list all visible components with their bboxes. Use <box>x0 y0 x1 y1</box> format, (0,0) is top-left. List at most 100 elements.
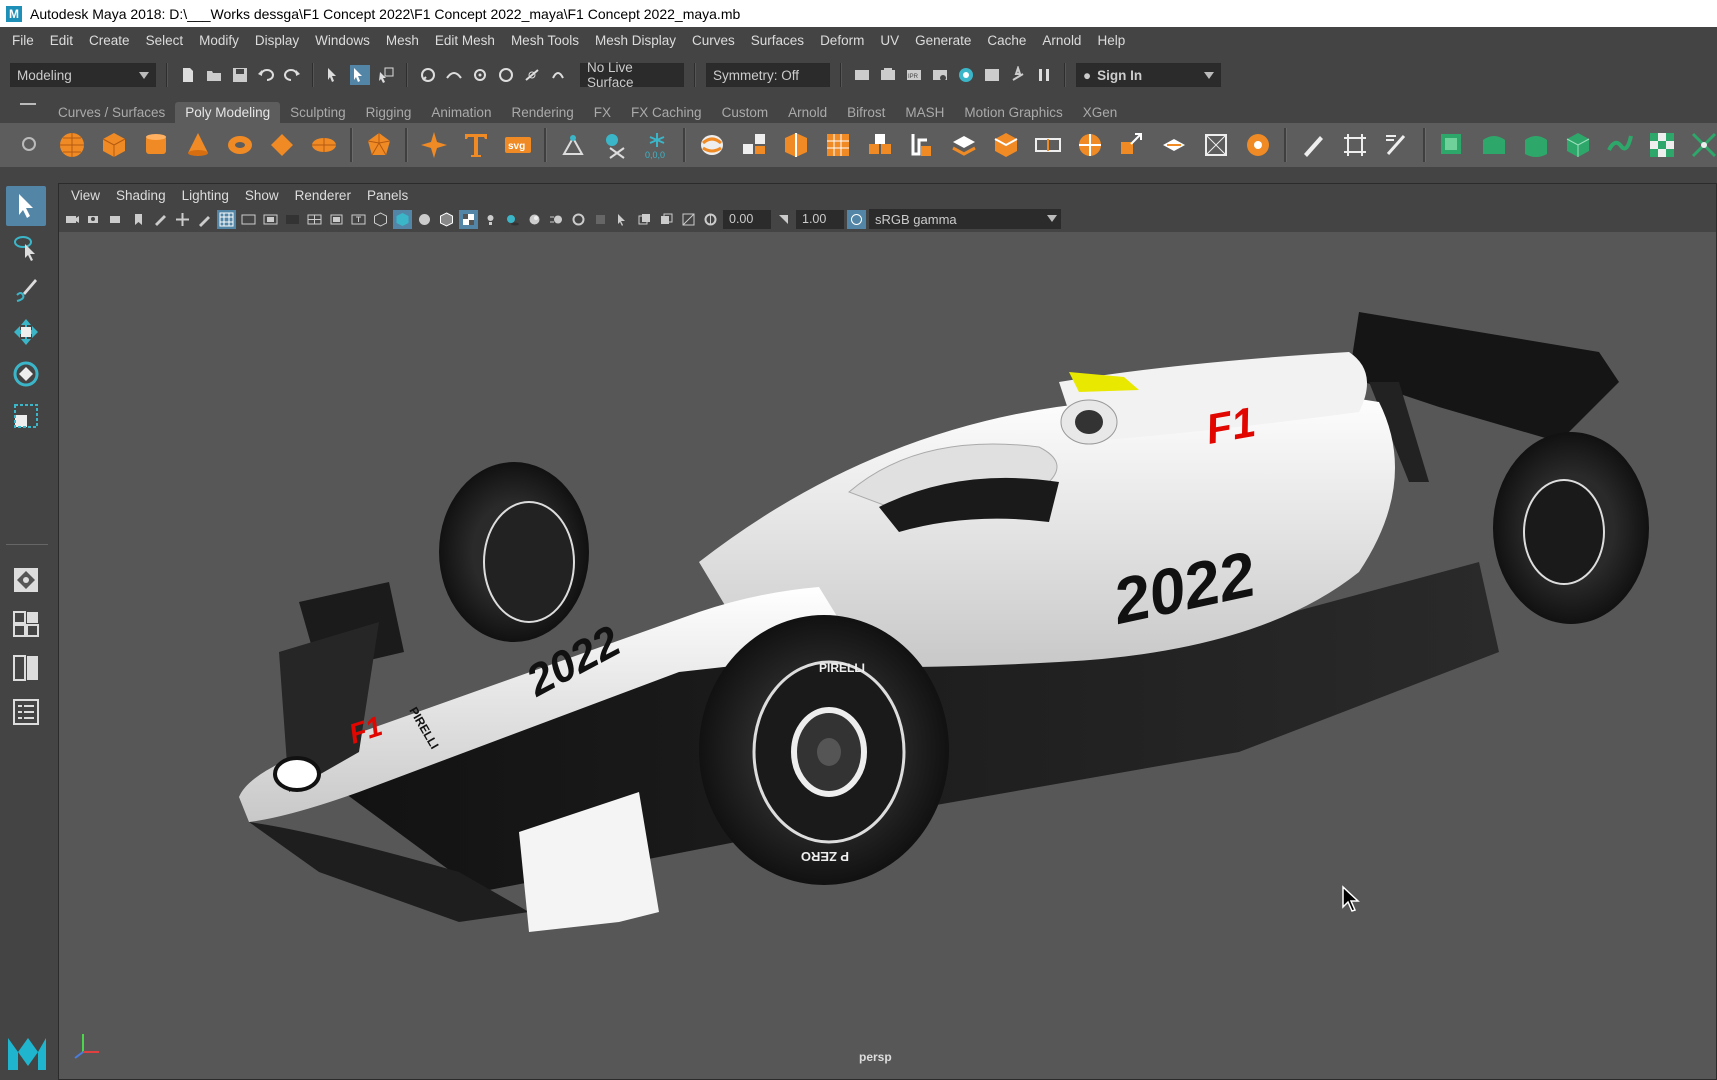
exposure-field[interactable]: 0.00 <box>723 209 771 229</box>
menu-display[interactable]: Display <box>247 33 307 48</box>
edge-loop-icon[interactable] <box>1072 127 1108 163</box>
four-view-layout-icon[interactable] <box>6 604 46 644</box>
poly-torus-icon[interactable] <box>222 127 258 163</box>
select-by-component-icon[interactable] <box>376 65 396 85</box>
panel-menu-show[interactable]: Show <box>237 188 287 203</box>
tab-poly-modeling[interactable]: Poly Modeling <box>175 102 281 123</box>
render-view-icon[interactable] <box>852 65 872 85</box>
menu-help[interactable]: Help <box>1089 33 1133 48</box>
save-scene-icon[interactable] <box>230 65 250 85</box>
tab-animation[interactable]: Animation <box>421 102 501 123</box>
view-transform-dropdown[interactable]: sRGB gamma <box>869 209 1061 229</box>
checker-map-icon[interactable] <box>1644 127 1680 163</box>
tab-fx[interactable]: FX <box>584 102 621 123</box>
film-gate-icon[interactable] <box>239 210 258 229</box>
symmetry-dropdown[interactable]: Symmetry: Off <box>706 63 830 87</box>
hypershade-icon[interactable] <box>956 65 976 85</box>
unfold-icon[interactable] <box>1686 127 1717 163</box>
soft-select-icon[interactable] <box>1379 127 1415 163</box>
menu-cache[interactable]: Cache <box>979 33 1034 48</box>
append-polygon-icon[interactable] <box>946 127 982 163</box>
svg-tool-icon[interactable]: svg <box>500 127 536 163</box>
fill-hole-icon[interactable] <box>988 127 1024 163</box>
tab-mash[interactable]: MASH <box>895 102 954 123</box>
outliner-layout-icon[interactable] <box>6 692 46 732</box>
open-scene-icon[interactable] <box>204 65 224 85</box>
menu-arnold[interactable]: Arnold <box>1034 33 1089 48</box>
select-by-object-icon[interactable] <box>350 65 370 85</box>
render-setup-icon[interactable] <box>982 65 1002 85</box>
paint-select-tool-icon[interactable] <box>6 270 46 310</box>
snap-curve-icon[interactable] <box>444 65 464 85</box>
smooth-icon[interactable] <box>778 127 814 163</box>
smooth-shade-icon[interactable] <box>393 209 412 229</box>
menu-file[interactable]: File <box>4 33 42 48</box>
textured-icon[interactable] <box>459 209 478 229</box>
xray-joints-icon[interactable] <box>679 210 698 229</box>
gamma-icon[interactable] <box>774 210 793 229</box>
depth-of-field-icon[interactable] <box>591 210 610 229</box>
menu-surfaces[interactable]: Surfaces <box>743 33 812 48</box>
poly-cube-icon[interactable] <box>96 127 132 163</box>
slide-edge-icon[interactable] <box>1337 127 1373 163</box>
collapse-icon[interactable] <box>1240 127 1276 163</box>
snap-vertex-icon[interactable] <box>548 65 568 85</box>
redo-icon[interactable] <box>282 65 302 85</box>
select-camera-icon[interactable] <box>63 210 82 229</box>
insert-edge-loop-icon[interactable] <box>1114 127 1150 163</box>
menu-deform[interactable]: Deform <box>812 33 872 48</box>
gamma-field[interactable]: 1.00 <box>796 209 844 229</box>
panel-menu-shading[interactable]: Shading <box>108 188 174 203</box>
extract-icon[interactable] <box>694 127 730 163</box>
combine-icon[interactable] <box>597 127 633 163</box>
sign-in-button[interactable]: ● Sign In <box>1076 63 1221 87</box>
scale-tool-icon[interactable] <box>6 396 46 436</box>
pause-viewport-icon[interactable] <box>1034 65 1054 85</box>
snap-view-plane-icon[interactable] <box>496 65 516 85</box>
world-origin-icon[interactable]: 0,0,0 <box>639 127 675 163</box>
two-view-layout-icon[interactable] <box>6 648 46 688</box>
menu-mesh-display[interactable]: Mesh Display <box>587 33 684 48</box>
shelf-menu-icon[interactable] <box>20 103 36 115</box>
tab-arnold[interactable]: Arnold <box>778 102 837 123</box>
menu-windows[interactable]: Windows <box>307 33 378 48</box>
poly-sphere-icon[interactable] <box>54 127 90 163</box>
tab-custom[interactable]: Custom <box>712 102 779 123</box>
extrude-icon[interactable] <box>862 127 898 163</box>
ipr-render-icon[interactable]: IPR <box>904 65 924 85</box>
target-weld-icon[interactable] <box>1198 127 1234 163</box>
snap-point-icon[interactable] <box>470 65 490 85</box>
new-scene-icon[interactable] <box>178 65 198 85</box>
live-surface-field[interactable]: No Live Surface <box>580 60 684 90</box>
planar-map-icon[interactable] <box>1476 127 1512 163</box>
multi-cut-icon[interactable] <box>1030 127 1066 163</box>
exposure-icon[interactable] <box>701 210 720 229</box>
color-management-icon[interactable] <box>847 209 866 229</box>
menuset-dropdown[interactable]: Modeling <box>10 63 156 87</box>
spherical-map-icon[interactable] <box>1560 127 1596 163</box>
poly-cylinder-icon[interactable] <box>138 127 174 163</box>
gate-mask-icon[interactable] <box>283 210 302 229</box>
use-default-material-icon[interactable] <box>415 210 434 229</box>
undo-icon[interactable] <box>256 65 276 85</box>
menu-select[interactable]: Select <box>138 33 192 48</box>
menu-generate[interactable]: Generate <box>907 33 979 48</box>
tab-rendering[interactable]: Rendering <box>501 102 583 123</box>
poly-cone-icon[interactable] <box>180 127 216 163</box>
super-shape-icon[interactable] <box>416 127 452 163</box>
bookmarks-icon[interactable] <box>107 210 126 229</box>
auto-seams-icon[interactable] <box>1602 127 1638 163</box>
mirror-icon[interactable] <box>820 127 856 163</box>
tab-xgen[interactable]: XGen <box>1073 102 1128 123</box>
panel-menu-view[interactable]: View <box>63 188 108 203</box>
platonic-solid-icon[interactable] <box>361 127 397 163</box>
panel-menu-renderer[interactable]: Renderer <box>287 188 359 203</box>
panel-menu-panels[interactable]: Panels <box>359 188 416 203</box>
safe-title-icon[interactable] <box>349 210 368 229</box>
shadows-icon[interactable] <box>503 210 522 229</box>
poly-plane-icon[interactable] <box>264 127 300 163</box>
quad-draw-icon[interactable] <box>1295 127 1331 163</box>
isolate-select-icon[interactable] <box>613 210 632 229</box>
bevel-icon[interactable] <box>555 127 591 163</box>
tab-fx-caching[interactable]: FX Caching <box>621 102 712 123</box>
